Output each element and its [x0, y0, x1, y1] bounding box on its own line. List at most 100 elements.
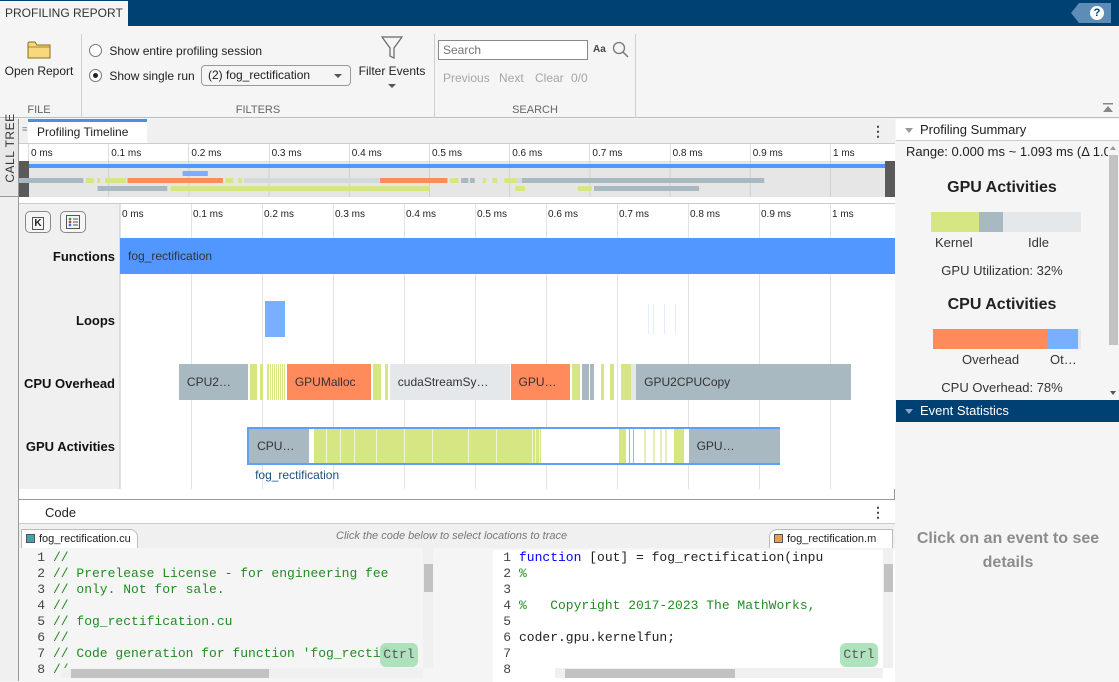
overview-strip[interactable] — [19, 161, 895, 197]
code-text: % Copyright 2017-2023 The MathWorks, — [519, 598, 816, 613]
code-line[interactable]: 3 // only. Not for sale. — [19, 582, 388, 598]
loop-faint-mark — [648, 304, 650, 334]
tab-profiling-timeline[interactable]: Profiling Timeline — [28, 119, 147, 143]
tab-fog-rectification-cu[interactable]: fog_rectification.cu — [21, 529, 138, 548]
cpu-overhead-segment[interactable]: cudaStreamSy… — [389, 364, 511, 400]
filter-events-button[interactable]: Filter Events — [356, 36, 428, 98]
summary-scrollbar[interactable] — [1108, 141, 1118, 400]
cpu-overhead-segment[interactable] — [590, 364, 595, 400]
overview-tick-label: 0.9 ms — [752, 148, 783, 159]
radio-entire-icon[interactable] — [89, 44, 102, 58]
open-report-button[interactable]: Open Report — [2, 36, 76, 86]
overview-tick-label: 0.7 ms — [592, 148, 623, 159]
gpu-stripe — [404, 429, 405, 463]
cu-vertical-scrollbar[interactable] — [423, 548, 433, 668]
m-code-view[interactable]: 1 function [out] = fog_rectification(inpu… — [435, 548, 895, 682]
timeline-menu-icon[interactable]: ⋮ — [871, 123, 885, 140]
cpu-overhead-segment[interactable] — [259, 364, 263, 400]
help-button[interactable]: ? — [1071, 3, 1111, 23]
call-tree-sidebar[interactable]: CALL TREE — [0, 113, 19, 681]
call-tree-label[interactable]: CALL TREE — [3, 98, 17, 198]
gpu-activity-segment[interactable]: GPU… — [688, 429, 780, 463]
code-text: // fog_rectification.cu — [53, 614, 233, 629]
gpu-activity-segment[interactable] — [619, 429, 626, 463]
timeline-chart-area[interactable]: 0 ms 0.1 ms 0.2 ms 0.3 ms 0.4 ms 0.5 ms 0.6 ms… — [120, 204, 895, 489]
radio-single-run[interactable]: Show single run — [89, 68, 195, 83]
cpu-stripe — [271, 364, 273, 400]
gpu-stripe — [432, 429, 434, 463]
cpu-overhead-segment[interactable]: CPU2… — [178, 364, 248, 400]
collapse-triangle-icon — [905, 409, 913, 414]
cpu-stripe — [279, 364, 281, 400]
radio-entire-session[interactable]: Show entire profiling session — [89, 43, 262, 58]
code-line[interactable]: 4 // — [19, 598, 388, 614]
overview-tick-line — [429, 144, 430, 161]
cpu-overhead-segment[interactable] — [384, 364, 389, 400]
code-line[interactable]: 5 — [493, 614, 895, 630]
legend-icon — [66, 215, 80, 229]
match-case-button[interactable]: Aa — [593, 44, 606, 55]
code-line[interactable]: 7 // Code generation for function 'fog_re… — [19, 646, 388, 662]
overview-cpu-bar — [516, 178, 523, 183]
overview-tick-line — [268, 144, 270, 161]
code-keyword: function — [519, 550, 582, 565]
cpu-label-overhead: Overhead — [962, 352, 1020, 367]
gpu-activity-segment[interactable] — [313, 429, 542, 463]
cpu-overhead-segment[interactable] — [609, 364, 615, 400]
code-line[interactable]: 5 // fog_rectification.cu — [19, 614, 388, 630]
code-line[interactable]: 4 % Copyright 2017-2023 The MathWorks, — [493, 598, 895, 614]
function-segment[interactable]: fog_rectification — [120, 238, 895, 274]
cu-code-view[interactable]: 1 // 2 // Prerelease License - for engineer… — [19, 548, 435, 682]
search-section-label: SEARCH — [512, 104, 558, 116]
cpu-stripe — [285, 364, 286, 400]
timeline-tick-label: 0.1 ms — [193, 209, 224, 220]
cu-horizontal-scrollbar[interactable] — [61, 668, 423, 678]
legend-button[interactable] — [60, 211, 86, 233]
previous-button[interactable]: Previous — [443, 71, 490, 85]
gpu-group-label[interactable]: fog_rectification — [255, 468, 339, 482]
line-number: 8 — [503, 662, 511, 677]
line-number: 2 — [37, 566, 45, 581]
next-button[interactable]: Next — [499, 71, 524, 85]
code-line[interactable]: 3 — [493, 582, 895, 598]
event-statistics-header[interactable]: Event Statistics — [896, 400, 1119, 422]
code-line[interactable]: 1 function [out] = fog_rectification(inpu — [493, 550, 895, 566]
code-line[interactable]: 6 coder.gpu.kernelfun; — [493, 630, 895, 646]
gpu-activity-segment[interactable] — [674, 429, 685, 463]
cpu-overhead-segment[interactable] — [249, 364, 258, 400]
radio-single-icon[interactable] — [89, 69, 102, 83]
gpu-activity-segment[interactable]: CPU… — [249, 429, 309, 463]
drag-handle-icon[interactable]: ≡ — [22, 124, 27, 134]
code-line[interactable]: 2% — [493, 566, 895, 582]
run-dropdown[interactable]: (2) fog_rectification — [201, 65, 351, 86]
code-menu-icon[interactable]: ⋮ — [871, 504, 885, 521]
cpu-overhead-segment[interactable]: GPU… — [510, 364, 571, 400]
line-number: 4 — [503, 598, 511, 613]
keyboard-shortcuts-button[interactable]: K — [25, 211, 51, 233]
cpu-overhead-segment[interactable]: GPUMalloc — [286, 364, 372, 400]
cpu-overhead-segment[interactable] — [582, 364, 589, 400]
cpu-overhead-segment[interactable] — [601, 364, 605, 400]
collapse-toolstrip-icon[interactable] — [1102, 102, 1114, 114]
cpu-activities-bar — [933, 329, 1081, 349]
tab-profiling-report[interactable]: PROFILING REPORT — [0, 1, 128, 26]
tab-fog-rectification-m[interactable]: fog_rectification.m — [769, 529, 893, 548]
code-line[interactable]: 2 // Prerelease License - for engineering… — [19, 566, 388, 582]
search-icon[interactable] — [612, 41, 630, 59]
search-input[interactable] — [438, 40, 588, 60]
loop-segment[interactable] — [264, 301, 286, 337]
profiling-summary-header[interactable]: Profiling Summary — [896, 119, 1119, 141]
overview-cpu-bar — [449, 178, 459, 183]
cpu-overhead-segment[interactable] — [373, 364, 381, 400]
code-line[interactable]: 6 // — [19, 630, 388, 646]
loop-faint-mark — [663, 304, 665, 334]
m-vertical-scrollbar[interactable] — [883, 548, 893, 668]
code-line[interactable]: 7 — [493, 646, 895, 662]
code-line[interactable]: 1 // — [19, 550, 388, 566]
m-horizontal-scrollbar[interactable] — [555, 668, 883, 678]
cpu-overhead-segment[interactable]: GPU2CPUCopy — [636, 364, 851, 400]
overview-axis: 0 ms 0.1 ms 0.2 ms 0.3 ms 0.4 ms 0.5 ms 0.6 ms… — [19, 144, 895, 161]
cpu-overhead-segment[interactable] — [572, 364, 581, 400]
clear-button[interactable]: Clear — [535, 71, 564, 85]
cpu-overhead-segment[interactable] — [620, 364, 632, 400]
